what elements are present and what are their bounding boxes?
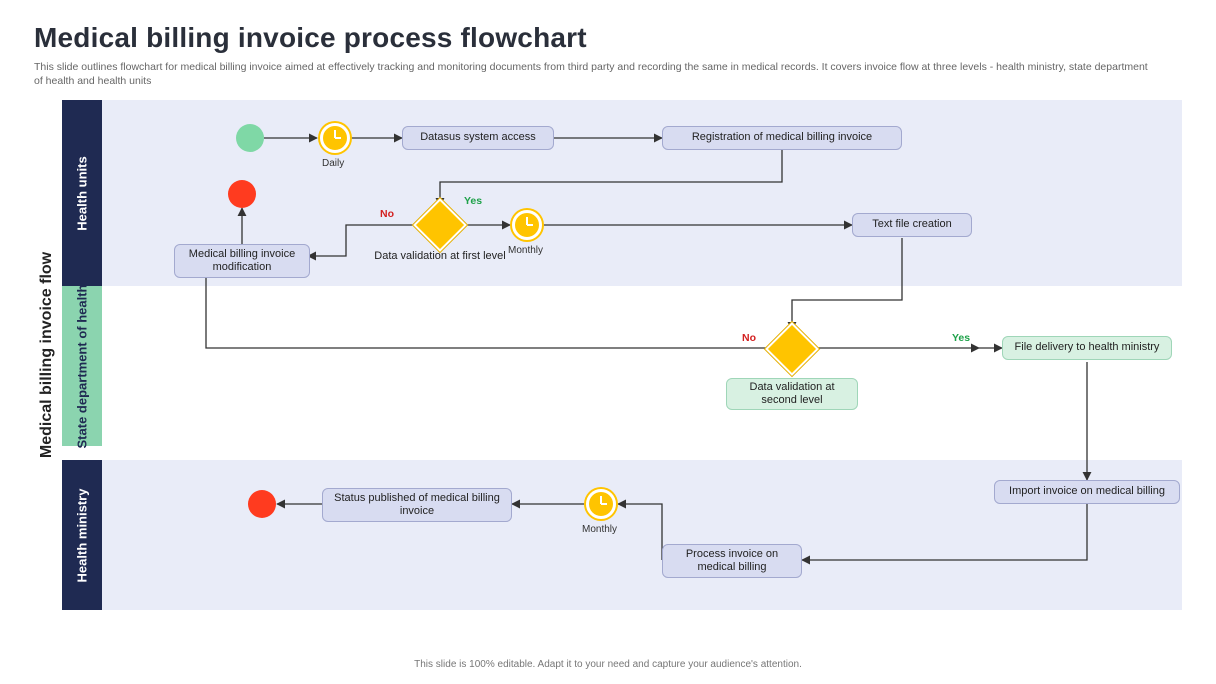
node-status-published: Status published of medical billing invo… bbox=[322, 488, 512, 522]
clock-icon bbox=[512, 210, 542, 240]
clock-daily bbox=[320, 123, 350, 153]
decision-validation-1-label: Data validation at first level bbox=[370, 250, 510, 262]
page-title: Medical billing invoice process flowchar… bbox=[34, 22, 1182, 54]
edge-no-1: No bbox=[380, 208, 394, 220]
node-file-delivery: File delivery to health ministry bbox=[1002, 336, 1172, 360]
edge-no-2: No bbox=[742, 332, 756, 344]
clock-daily-label: Daily bbox=[322, 158, 344, 169]
y-axis-label: Medical billing invoice flow bbox=[34, 100, 60, 610]
lane-label-state-dept: State department of health bbox=[62, 286, 102, 446]
lane-label-health-units-text: Health units bbox=[75, 156, 90, 230]
node-textfile: Text file creation bbox=[852, 213, 972, 237]
clock-monthly-2-label: Monthly bbox=[582, 524, 617, 535]
lane-body-state-dept bbox=[102, 286, 1182, 446]
decision-validation-2-label: Data validation at second level bbox=[726, 378, 858, 410]
lane-label-health-units: Health units bbox=[62, 100, 102, 286]
end-node-1 bbox=[228, 180, 256, 208]
node-import-invoice: Import invoice on medical billing bbox=[994, 480, 1180, 504]
flowchart: Medical billing invoice flow Health unit… bbox=[34, 100, 1182, 635]
clock-monthly-1-label: Monthly bbox=[508, 245, 543, 256]
clock-monthly-2 bbox=[586, 489, 616, 519]
clock-monthly-1 bbox=[512, 210, 542, 240]
y-axis-label-text: Medical billing invoice flow bbox=[38, 252, 56, 458]
node-datasus: Datasus system access bbox=[402, 126, 554, 150]
lane-label-state-dept-text: State department of health bbox=[75, 284, 90, 448]
node-process-invoice: Process invoice on medical billing bbox=[662, 544, 802, 578]
footer-note: This slide is 100% editable. Adapt it to… bbox=[0, 659, 1216, 670]
node-modification: Medical billing invoice modification bbox=[174, 244, 310, 278]
lane-label-ministry: Health ministry bbox=[62, 460, 102, 610]
lane-label-ministry-text: Health ministry bbox=[75, 488, 90, 582]
page-subtitle: This slide outlines flowchart for medica… bbox=[34, 60, 1154, 88]
end-node-2 bbox=[248, 490, 276, 518]
clock-icon bbox=[586, 489, 616, 519]
edge-yes-1: Yes bbox=[464, 195, 482, 207]
decision-validation-1 bbox=[421, 206, 459, 244]
clock-icon bbox=[320, 123, 350, 153]
edge-yes-2: Yes bbox=[952, 332, 970, 344]
start-node bbox=[236, 124, 264, 152]
node-registration: Registration of medical billing invoice bbox=[662, 126, 902, 150]
decision-validation-2 bbox=[773, 330, 811, 368]
